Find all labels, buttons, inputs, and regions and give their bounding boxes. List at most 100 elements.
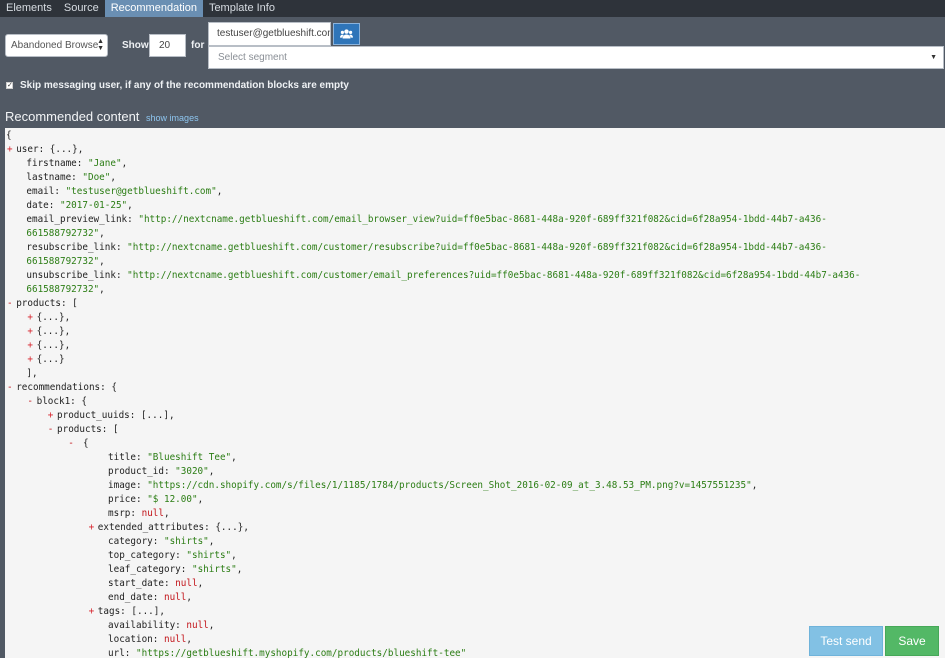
tab-elements[interactable]: Elements [0,0,58,17]
json-line-content: products: [ [57,423,119,437]
recommendation-type-select[interactable]: Abandoned Browse ▲ ▼ [5,34,108,57]
json-key: tags: [...], [97,606,165,617]
json-line[interactable]: + user: {...}, [5,143,945,157]
json-line: end_date: null, [5,591,945,605]
json-line-content: tags: [...], [98,605,165,619]
json-string: 661588792732" [26,284,100,295]
json-line[interactable]: + {...}, [5,311,945,325]
json-key: date: [26,200,60,211]
recommended-content-heading: Recommended content show images [5,109,199,124]
json-line-content: 661588792732", [26,283,104,297]
json-line[interactable]: - recommendations: { [5,381,945,395]
json-line: url: "https://getblueshift.myshopify.com… [5,647,945,658]
json-string: "https://cdn.shopify.com/s/files/1/1185/… [147,480,752,491]
json-line-content: firstname: "Jane", [26,157,127,171]
json-line[interactable]: - { [5,437,945,451]
skip-messaging-checkbox[interactable]: ✓ [6,82,13,89]
json-line[interactable]: - products: [ [5,297,945,311]
json-key: , [208,536,215,547]
json-key: , [127,200,133,211]
json-line-content: msrp: null, [108,507,170,521]
json-key: email_preview_link: [26,214,139,225]
json-key: , [208,620,215,631]
json-line: date: "2017-01-25", [5,199,945,213]
json-line[interactable]: + product_uuids: [...], [5,409,945,423]
collapse-toggle[interactable]: - [7,297,13,311]
save-button[interactable]: Save [885,626,939,656]
json-line-content: unsubscribe_link: "http://nextcname.getb… [26,269,860,283]
json-line-content: 661588792732", [26,227,104,241]
json-line: msrp: null, [5,507,945,521]
collapse-toggle[interactable]: - [48,423,54,437]
json-key: resubscribe_link: [26,242,128,253]
collapse-toggle[interactable]: - [7,381,13,395]
json-line: ], [5,367,945,381]
show-count-input[interactable]: 20 [149,34,186,57]
json-key: category: [108,536,164,547]
json-string: 661588792732" [26,228,100,239]
chevron-down-icon: ▼ [930,54,937,61]
user-picker-button[interactable] [333,23,360,45]
json-key: , [99,228,105,239]
json-string: "http://nextcname.getblueshift.com/email… [138,214,827,225]
json-line: category: "shirts", [5,535,945,549]
json-key: {...}, [36,312,71,323]
json-key: , [99,284,105,295]
json-string: "Doe" [82,172,111,183]
expand-toggle[interactable]: + [89,605,95,619]
json-line[interactable]: - block1: { [5,395,945,409]
json-string: "$ 12.00" [147,494,198,505]
tab-template-info[interactable]: Template Info [203,0,281,17]
json-line[interactable]: - products: [ [5,423,945,437]
json-key: products: [ [57,424,119,435]
expand-toggle[interactable]: + [27,311,33,325]
json-key: price: [108,494,148,505]
json-line-content: url: "https://getblueshift.myshopify.com… [108,647,466,658]
json-line[interactable]: + {...}, [5,325,945,339]
json-string: "2017-01-25" [59,200,128,211]
json-string: "http://nextcname.getblueshift.com/custo… [127,270,861,281]
collapse-toggle[interactable]: - [27,395,33,409]
json-line-content: leaf_category: "shirts", [108,563,242,577]
json-line: resubscribe_link: "http://nextcname.getb… [5,241,945,255]
user-email-input[interactable]: testuser@getblueshift.com [208,22,331,46]
json-line[interactable]: + {...} [5,353,945,367]
json-line[interactable]: + extended_attributes: {...}, [5,521,945,535]
json-key: products: [ [16,298,78,309]
json-string: "Jane" [87,158,122,169]
json-line[interactable]: + tags: [...], [5,605,945,619]
json-line-content: start_date: null, [108,577,203,591]
json-line: email_preview_link: "http://nextcname.ge… [5,213,945,227]
json-key: , [110,172,116,183]
json-key: availability: [108,620,187,631]
json-preview: {+ user: {...}, firstname: "Jane", lastname… [5,128,945,658]
json-key: {...}, [36,326,71,337]
json-line-content: end_date: null, [108,591,192,605]
json-key: { [77,438,89,449]
collapse-toggle[interactable]: - [68,437,74,451]
expand-toggle[interactable]: + [27,325,33,339]
json-key: , [197,494,204,505]
json-line[interactable]: + {...}, [5,339,945,353]
expand-toggle[interactable]: + [27,339,33,353]
json-line-content: title: "Blueshift Tee", [108,451,237,465]
tab-source[interactable]: Source [58,0,105,17]
expand-toggle[interactable]: + [7,143,13,157]
json-line-content: block1: { [37,395,87,409]
expand-toggle[interactable]: + [27,353,33,367]
expand-toggle[interactable]: + [48,409,54,423]
show-images-link[interactable]: show images [146,113,199,123]
json-null: null [163,592,187,603]
recommended-content-title: Recommended content [5,109,140,124]
test-send-button[interactable]: Test send [809,626,883,656]
json-line-content: product_id: "3020", [108,465,214,479]
json-key: msrp: [108,508,142,519]
tab-recommendation[interactable]: Recommendation [104,0,203,17]
segment-select[interactable]: Select segment ▼ [208,46,944,69]
json-line-content: availability: null, [108,619,214,633]
json-line-content: 661588792732", [26,255,104,269]
json-null: null [186,620,209,631]
json-line-content: resubscribe_link: "http://nextcname.getb… [26,241,826,255]
json-string: "shirts" [163,536,209,547]
expand-toggle[interactable]: + [89,521,95,535]
